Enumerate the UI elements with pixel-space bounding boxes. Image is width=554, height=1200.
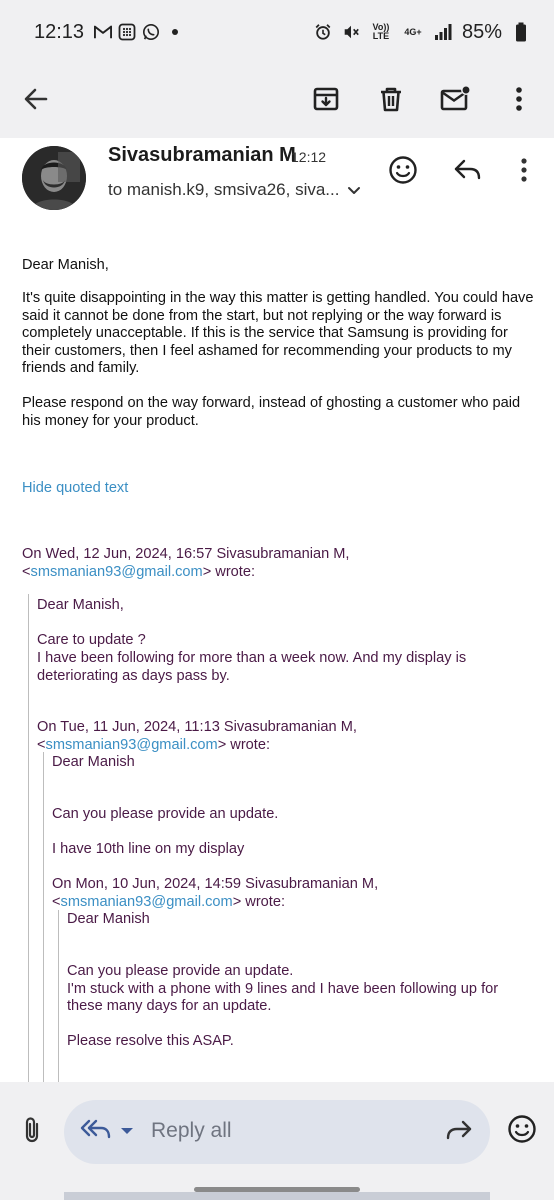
toolbar bbox=[0, 64, 554, 138]
quote-3-header-email-line: <smsmanian93@gmail.com> wrote: bbox=[52, 894, 285, 912]
status-system-icons: Vo)) LTE 4G+ 85% bbox=[314, 21, 530, 44]
reply-all-placeholder[interactable]: Reply all bbox=[151, 1119, 232, 1143]
reply-button[interactable] bbox=[446, 150, 490, 194]
hide-quoted-text-link[interactable]: Hide quoted text bbox=[22, 480, 128, 496]
more-vert-icon bbox=[520, 157, 528, 188]
reply-mode-button[interactable] bbox=[80, 1116, 112, 1148]
quote-2-header-email-line: <smsmanian93@gmail.com> wrote: bbox=[37, 737, 270, 755]
dot-icon bbox=[166, 23, 184, 41]
quote-2-line-2: I have 10th line on my display bbox=[52, 841, 245, 857]
quote-1-header: On Wed, 12 Jun, 2024, 16:57 Sivasubraman… bbox=[22, 546, 350, 562]
quote-2-line-1: Can you please provide an update. bbox=[52, 806, 279, 822]
quote-3-email-link[interactable]: smsmanian93@gmail.com bbox=[61, 894, 233, 910]
next-reply-bar-peek bbox=[64, 1192, 490, 1200]
chevron-down-icon bbox=[344, 187, 364, 204]
attach-button[interactable] bbox=[14, 1114, 50, 1150]
quote-3-greeting: Dear Manish bbox=[67, 911, 150, 927]
paperclip-icon bbox=[22, 1116, 42, 1149]
archive-icon bbox=[312, 85, 340, 118]
quote-2-bar bbox=[43, 752, 44, 1082]
signal-icon bbox=[434, 23, 452, 41]
wrote-label: > wrote: bbox=[202, 564, 256, 580]
emoji-icon bbox=[507, 1114, 537, 1149]
sender-name[interactable]: Sivasubramanian M bbox=[108, 144, 296, 167]
trash-icon bbox=[377, 85, 405, 118]
forward-icon bbox=[445, 1118, 473, 1147]
gmail-icon bbox=[94, 23, 113, 41]
arrow-left-icon bbox=[22, 85, 50, 118]
quote-1-line-3: deteriorating as days pass by. bbox=[37, 668, 230, 684]
message-paragraph-2: Please respond on the way forward, inste… bbox=[22, 395, 521, 429]
status-time: 12:13 bbox=[34, 20, 85, 43]
angle-open: < bbox=[37, 737, 46, 753]
battery-percent: 85% bbox=[461, 20, 502, 43]
quote-1-line-1: Care to update ? bbox=[37, 632, 146, 648]
quote-3-bar bbox=[58, 910, 59, 1082]
more-options-button[interactable] bbox=[495, 77, 543, 125]
caret-down-icon bbox=[118, 1124, 136, 1141]
avatar[interactable] bbox=[22, 146, 86, 210]
wrote-label: > wrote: bbox=[232, 894, 286, 910]
quote-1-line-2: I have been following for more than a we… bbox=[37, 650, 467, 666]
quote-2-greeting: Dear Manish bbox=[52, 754, 135, 770]
quote-3-line-4: Please resolve this ASAP. bbox=[67, 1033, 234, 1049]
network-type-icon: 4G+ bbox=[404, 26, 422, 37]
calculator-icon bbox=[118, 23, 136, 41]
status-notification-icons bbox=[94, 23, 184, 41]
quote-1-greeting: Dear Manish, bbox=[37, 597, 124, 613]
quote-3-header: On Mon, 10 Jun, 2024, 14:59 Sivasubraman… bbox=[52, 876, 379, 892]
quote-1-email-link[interactable]: smsmanian93@gmail.com bbox=[31, 564, 203, 580]
emoji-icon bbox=[388, 155, 418, 190]
message-greeting: Dear Manish, bbox=[22, 257, 109, 273]
message-more-button[interactable] bbox=[502, 150, 546, 194]
alarm-icon bbox=[314, 23, 332, 41]
mark-unread-button[interactable] bbox=[432, 77, 480, 125]
archive-button[interactable] bbox=[302, 77, 350, 125]
expand-details-button[interactable] bbox=[344, 180, 364, 200]
quote-1-bar bbox=[28, 594, 29, 1082]
wrote-label: > wrote: bbox=[217, 737, 271, 753]
quote-3-line-1: Can you please provide an update. bbox=[67, 963, 294, 979]
quote-2-header: On Tue, 11 Jun, 2024, 11:13 Sivasubraman… bbox=[37, 719, 357, 735]
delete-button[interactable] bbox=[367, 77, 415, 125]
reply-icon bbox=[453, 157, 483, 188]
quote-1-header-email-line: <smsmanian93@gmail.com> wrote: bbox=[22, 564, 255, 582]
forward-button[interactable] bbox=[443, 1116, 475, 1148]
volte-icon: Vo)) LTE bbox=[372, 22, 390, 41]
back-button[interactable] bbox=[12, 77, 60, 125]
quote-3-line-3: these many days for an update. bbox=[67, 998, 272, 1014]
message-time: 12:12 bbox=[291, 149, 327, 165]
quote-2-email-link[interactable]: smsmanian93@gmail.com bbox=[46, 737, 218, 753]
recipients[interactable]: to manish.k9, smsiva26, siva... bbox=[108, 180, 339, 200]
reply-all-icon bbox=[80, 1118, 112, 1147]
battery-icon bbox=[512, 22, 530, 42]
react-button[interactable] bbox=[381, 150, 425, 194]
whatsapp-icon bbox=[142, 23, 160, 41]
more-vert-icon bbox=[515, 86, 523, 117]
status-bar: 12:13 Vo)) LTE 4G+ 85% bbox=[0, 0, 554, 64]
mute-icon bbox=[342, 23, 360, 41]
quote-3-line-2: I'm stuck with a phone with 9 lines and … bbox=[67, 981, 499, 997]
angle-open: < bbox=[52, 894, 61, 910]
angle-open: < bbox=[22, 564, 31, 580]
home-indicator[interactable] bbox=[194, 1187, 360, 1192]
reply-mode-dropdown[interactable] bbox=[118, 1124, 138, 1140]
message-paragraph-1: It's quite disappointing in the way this… bbox=[22, 290, 534, 377]
mail-unread-icon bbox=[440, 84, 472, 118]
emoji-button[interactable] bbox=[504, 1113, 540, 1149]
